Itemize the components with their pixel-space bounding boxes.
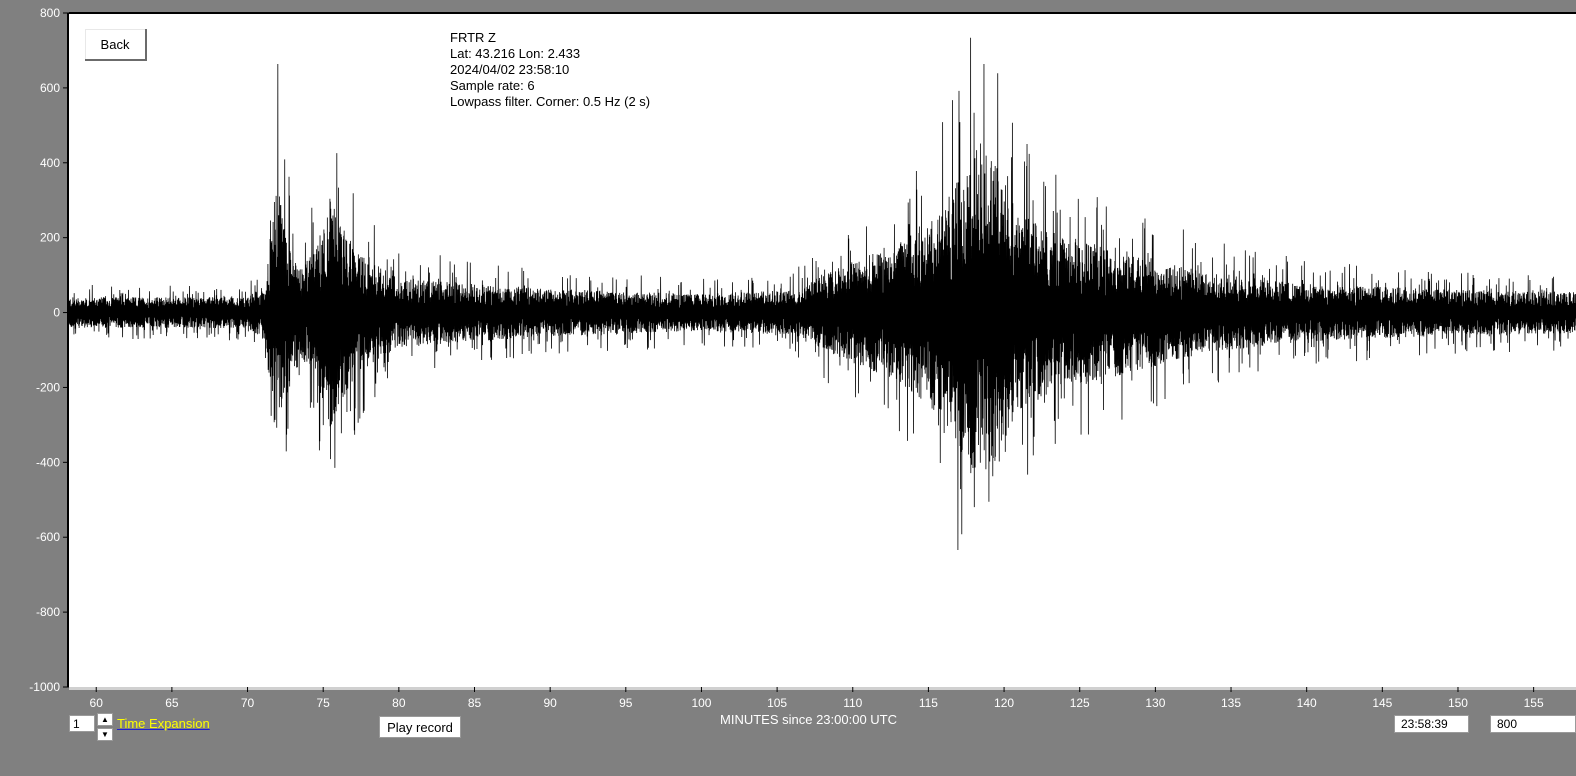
arrow-up-icon: ▲ [101,715,109,724]
x-tick-label: 100 [691,696,711,710]
y-tick-label: 600 [40,81,60,95]
y-tick-label: 0 [53,306,60,320]
x-tick-label: 90 [543,696,557,710]
expansion-increase-button[interactable]: ▲ [97,713,113,726]
arrow-down-icon: ▼ [101,730,109,739]
record-start-time: 2024/04/02 23:58:10 [450,62,570,77]
y-tick-label: 400 [40,156,60,170]
y-tick-label: -1000 [29,680,60,694]
time-expansion-input[interactable] [69,715,95,732]
y-tick-label: -200 [36,380,60,394]
expansion-decrease-button[interactable]: ▼ [97,728,113,741]
seismogram-svg: 800 600 400 200 0 -200 -400 -600 -800 -1000 60 65 70… [29,6,1576,710]
x-tick-label: 115 [919,696,938,710]
play-record-button[interactable]: Play record [379,716,461,738]
x-tick-label: 145 [1372,696,1392,710]
amplitude-scale-field[interactable] [1490,715,1576,733]
station-info: FRTR Z Lat: 43.216 Lon: 2.433 2024/04/02… [450,30,650,110]
x-tick-label: 85 [468,696,482,710]
x-tick-label: 65 [165,696,179,710]
back-button[interactable]: Back [85,29,147,61]
x-tick-label: 150 [1448,696,1468,710]
x-tick-label: 80 [392,696,406,710]
x-tick-label: 120 [994,696,1014,710]
x-tick-label: 130 [1145,696,1165,710]
x-tick-label: 75 [317,696,331,710]
filter-info: Lowpass filter. Corner: 0.5 Hz (2 s) [450,94,651,109]
plot-bottom-border [69,687,1576,690]
x-tick-label: 70 [241,696,255,710]
x-tick-label: 95 [619,696,633,710]
time-expansion-label: Time Expansion [117,716,210,731]
y-tick-label: -400 [36,455,60,469]
y-tick-label: 200 [40,231,60,245]
y-tick-label: 800 [40,6,60,20]
x-tick-label: 140 [1297,696,1317,710]
x-tick-label: 155 [1524,696,1544,710]
x-axis-label: MINUTES since 23:00:00 UTC [720,712,898,727]
station-coordinates: Lat: 43.216 Lon: 2.433 [450,46,581,61]
sample-rate: Sample rate: 6 [450,78,535,93]
y-tick-label: -800 [36,605,60,619]
seismogram-chart: 800 600 400 200 0 -200 -400 -600 -800 -1000 60 65 70… [0,0,1576,771]
y-tick-label: -600 [36,530,60,544]
x-tick-label: 105 [767,696,787,710]
x-tick-label: 125 [1070,696,1090,710]
plot-area [69,13,1576,687]
x-tick-label: 135 [1221,696,1241,710]
x-tick-label: 110 [843,696,862,710]
x-tick-label: 60 [90,696,104,710]
cursor-time-field[interactable] [1394,715,1469,733]
station-name: FRTR Z [450,30,496,45]
